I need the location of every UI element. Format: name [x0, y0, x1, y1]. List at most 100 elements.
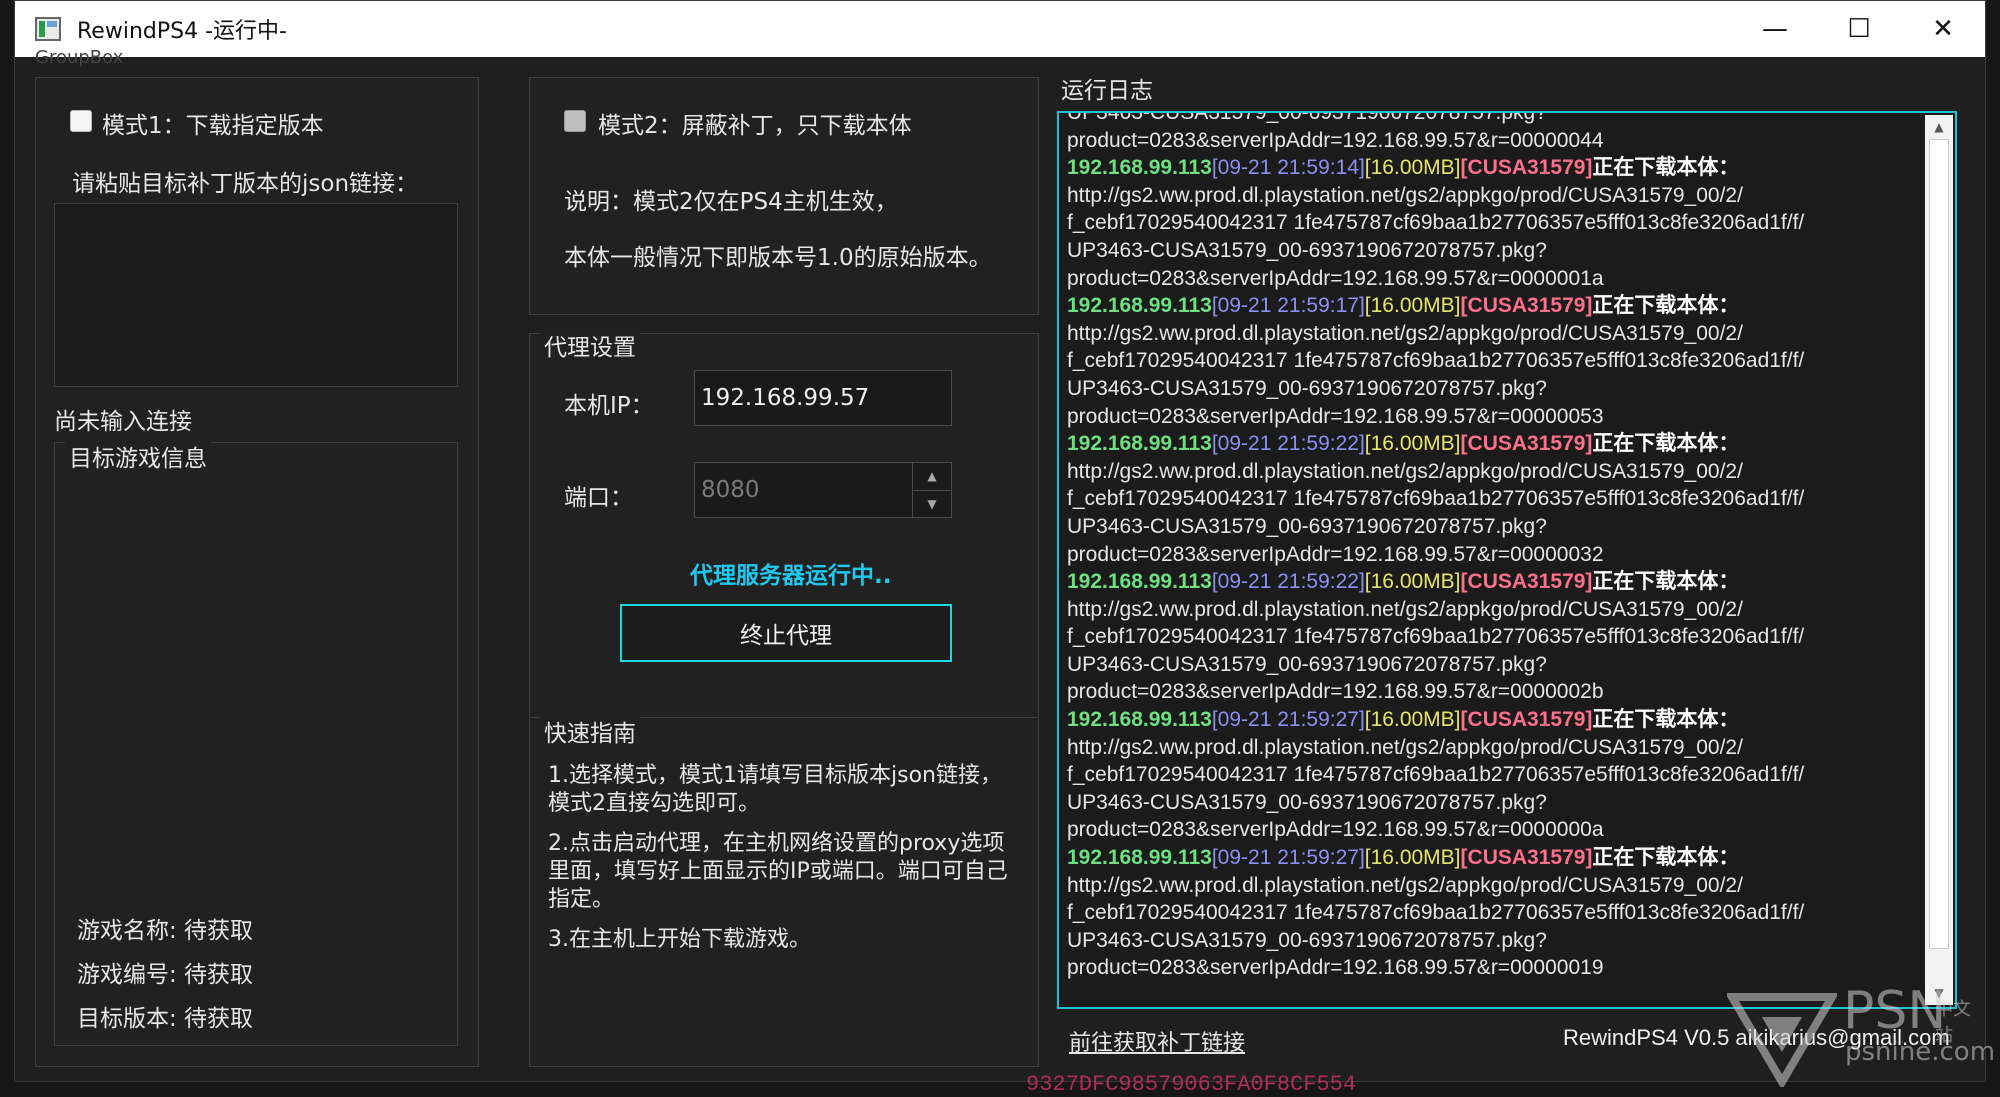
- ip-input[interactable]: 192.168.99.57: [694, 370, 952, 426]
- app-icon: [35, 17, 61, 41]
- log-url-line: f_cebf17029540042317 1fe475787cf69baa1b2…: [1067, 211, 1805, 235]
- log-url-line: product=0283&serverIpAddr=192.168.99.57&…: [1067, 542, 1604, 566]
- log-time: [09-21 21:59:14]: [1211, 156, 1365, 180]
- guide-legend: 快速指南: [540, 714, 640, 748]
- log-msg: 正在下载本体：: [1592, 708, 1740, 732]
- get-patch-link[interactable]: 前往获取补丁链接: [1069, 1025, 1245, 1057]
- run-log-textbox[interactable]: UP3463-CUSA31579_00-6937190672078757.pkg…: [1057, 111, 1957, 1009]
- log-url-line: f_cebf17029540042317 1fe475787cf69baa1b2…: [1067, 625, 1805, 649]
- log-url-line: http://gs2.ww.prod.dl.playstation.net/gs…: [1067, 735, 1743, 759]
- log-url-line: product=0283&serverIpAddr=192.168.99.57&…: [1067, 404, 1604, 428]
- link-status-label: 尚未输入连接: [54, 409, 192, 435]
- port-label: 端口：: [564, 485, 633, 511]
- log-size: [16.00MB]: [1364, 846, 1461, 870]
- log-url-line: f_cebf17029540042317 1fe475787cf69baa1b2…: [1067, 487, 1805, 511]
- log-url-line: UP3463-CUSA31579_00-6937190672078757.pkg…: [1067, 790, 1547, 814]
- game-info-group: 目标游戏信息 游戏名称: 待获取 游戏编号: 待获取 目标版本: 待获取: [54, 439, 458, 1046]
- log-entry-header: 192.168.99.113[09-21 21:59:27][16.00MB][…: [1067, 706, 1919, 734]
- scroll-thumb[interactable]: [1929, 139, 1949, 949]
- game-info-legend: 目标游戏信息: [65, 439, 211, 473]
- app-window: RewindPS4 -运行中- — ☐ ✕ GroupBox 模式1：下载指定版…: [14, 0, 1995, 1087]
- mode1-checkbox[interactable]: [70, 110, 92, 132]
- log-msg: 正在下载本体：: [1592, 846, 1740, 870]
- run-log-legend: 运行日志: [1057, 71, 1157, 105]
- log-time: [09-21 21:59:22]: [1211, 570, 1365, 594]
- watermark: PSN 中文站 psnine.com: [1727, 981, 1995, 1097]
- log-url-line: http://gs2.ww.prod.dl.playstation.net/gs…: [1067, 459, 1743, 483]
- log-url-line: UP3463-CUSA31579_00-6937190672078757.pkg…: [1067, 376, 1547, 400]
- log-ip: 192.168.99.113: [1067, 708, 1212, 732]
- log-entry-header: 192.168.99.113[09-21 21:59:14][16.00MB][…: [1067, 154, 1919, 182]
- ip-label: 本机IP：: [564, 393, 654, 419]
- log-size: [16.00MB]: [1364, 570, 1461, 594]
- title-bar[interactable]: RewindPS4 -运行中- — ☐ ✕: [15, 1, 1985, 57]
- log-url-line: UP3463-CUSA31579_00-6937190672078757.pkg…: [1067, 652, 1547, 676]
- log-msg: 正在下载本体：: [1592, 294, 1740, 318]
- log-time: [09-21 21:59:17]: [1211, 294, 1365, 318]
- log-ip: 192.168.99.113: [1067, 294, 1212, 318]
- mode2-desc-line1: 说明：模式2仅在PS4主机生效，: [564, 189, 898, 215]
- watermark-brand: PSN: [1843, 981, 1947, 1041]
- log-url-line: f_cebf17029540042317 1fe475787cf69baa1b2…: [1067, 763, 1805, 787]
- log-entry-header: 192.168.99.113[09-21 21:59:22][16.00MB][…: [1067, 430, 1919, 458]
- log-content: UP3463-CUSA31579_00-6937190672078757.pkg…: [1067, 113, 1919, 982]
- log-url-line: UP3463-CUSA31579_00-6937190672078757.pkg…: [1067, 928, 1547, 952]
- log-scrollbar[interactable]: ▲ ▼: [1925, 115, 1953, 1005]
- main-content: GroupBox 模式1：下载指定版本 请粘贴目标补丁版本的json链接： 尚未…: [15, 47, 1995, 1087]
- guide-step-1: 1.选择模式，模式1请填写目标版本json链接，模式2直接勾选即可。: [548, 763, 1002, 816]
- log-time: [09-21 21:59:27]: [1211, 846, 1365, 870]
- json-prompt-label: 请粘贴目标补丁版本的json链接：: [72, 171, 419, 197]
- run-log-panel: 运行日志 UP3463-CUSA31579_00-693719067207875…: [1055, 71, 1965, 1067]
- log-cusa: [CUSA31579]: [1460, 846, 1593, 870]
- guide-step-2: 2.点击启动代理，在主机网络设置的proxy选项里面，填写好上面显示的IP或端口…: [548, 831, 1008, 912]
- mode2-checkbox[interactable]: [564, 110, 586, 132]
- json-link-input[interactable]: [54, 203, 458, 387]
- log-line: product=0283&serverIpAddr=192.168.99.57&…: [1067, 128, 1604, 152]
- proxy-settings-panel: 代理设置 本机IP： 192.168.99.57 端口： 8080 ▲ ▼ 代理…: [529, 328, 1039, 751]
- port-spinbox[interactable]: 8080 ▲ ▼: [694, 462, 952, 518]
- game-version-label: 目标版本: 待获取: [77, 1006, 254, 1032]
- log-entries: 192.168.99.113[09-21 21:59:14][16.00MB][…: [1067, 154, 1919, 982]
- log-size: [16.00MB]: [1364, 156, 1461, 180]
- watermark-logo-icon: [1727, 993, 1837, 1087]
- groupbox-ghost-label: GroupBox: [35, 47, 124, 68]
- quick-guide-panel: 快速指南 1.选择模式，模式1请填写目标版本json链接，模式2直接勾选即可。 …: [529, 714, 1039, 1067]
- port-value: 8080: [701, 477, 760, 503]
- log-msg: 正在下载本体：: [1592, 156, 1740, 180]
- window-controls: — ☐ ✕: [1733, 1, 1985, 57]
- stop-proxy-button[interactable]: 终止代理: [620, 604, 952, 662]
- log-cusa: [CUSA31579]: [1460, 432, 1593, 456]
- background-text: 9327DFC98579063FA0F8CF554: [1026, 1072, 1357, 1097]
- log-ip: 192.168.99.113: [1067, 846, 1212, 870]
- log-url-line: UP3463-CUSA31579_00-6937190672078757.pkg…: [1067, 238, 1547, 262]
- log-size: [16.00MB]: [1364, 432, 1461, 456]
- log-url-line: product=0283&serverIpAddr=192.168.99.57&…: [1067, 680, 1604, 704]
- close-button[interactable]: ✕: [1901, 1, 1985, 57]
- log-url-line: product=0283&serverIpAddr=192.168.99.57&…: [1067, 266, 1604, 290]
- scroll-up-icon[interactable]: ▲: [1925, 115, 1953, 139]
- log-ip: 192.168.99.113: [1067, 432, 1212, 456]
- log-ip: 192.168.99.113: [1067, 156, 1212, 180]
- spin-down-icon[interactable]: ▼: [913, 491, 951, 518]
- spin-up-icon[interactable]: ▲: [913, 463, 951, 491]
- mode2-panel: 模式2：屏蔽补丁，只下载本体 说明：模式2仅在PS4主机生效， 本体一般情况下即…: [529, 77, 1039, 315]
- log-url-line: http://gs2.ww.prod.dl.playstation.net/gs…: [1067, 183, 1743, 207]
- log-entry-header: 192.168.99.113[09-21 21:59:27][16.00MB][…: [1067, 844, 1919, 872]
- log-url-line: f_cebf17029540042317 1fe475787cf69baa1b2…: [1067, 901, 1805, 925]
- minimize-button[interactable]: —: [1733, 1, 1817, 57]
- mode2-desc-line2: 本体一般情况下即版本号1.0的原始版本。: [564, 245, 992, 271]
- log-cusa: [CUSA31579]: [1460, 294, 1593, 318]
- maximize-button[interactable]: ☐: [1817, 1, 1901, 57]
- log-cusa: [CUSA31579]: [1460, 156, 1593, 180]
- watermark-site: psnine.com: [1845, 1037, 1996, 1067]
- log-entry-header: 192.168.99.113[09-21 21:59:17][16.00MB][…: [1067, 292, 1919, 320]
- log-size: [16.00MB]: [1364, 708, 1461, 732]
- log-url-line: f_cebf17029540042317 1fe475787cf69baa1b2…: [1067, 349, 1805, 373]
- mode1-label[interactable]: 模式1：下载指定版本: [102, 106, 324, 140]
- log-url-line: UP3463-CUSA31579_00-6937190672078757.pkg…: [1067, 514, 1547, 538]
- log-cusa: [CUSA31579]: [1460, 570, 1593, 594]
- window-title: RewindPS4 -运行中-: [77, 19, 287, 44]
- mode2-label[interactable]: 模式2：屏蔽补丁，只下载本体: [598, 106, 912, 140]
- ip-value: 192.168.99.57: [701, 385, 870, 411]
- log-cusa: [CUSA31579]: [1460, 708, 1593, 732]
